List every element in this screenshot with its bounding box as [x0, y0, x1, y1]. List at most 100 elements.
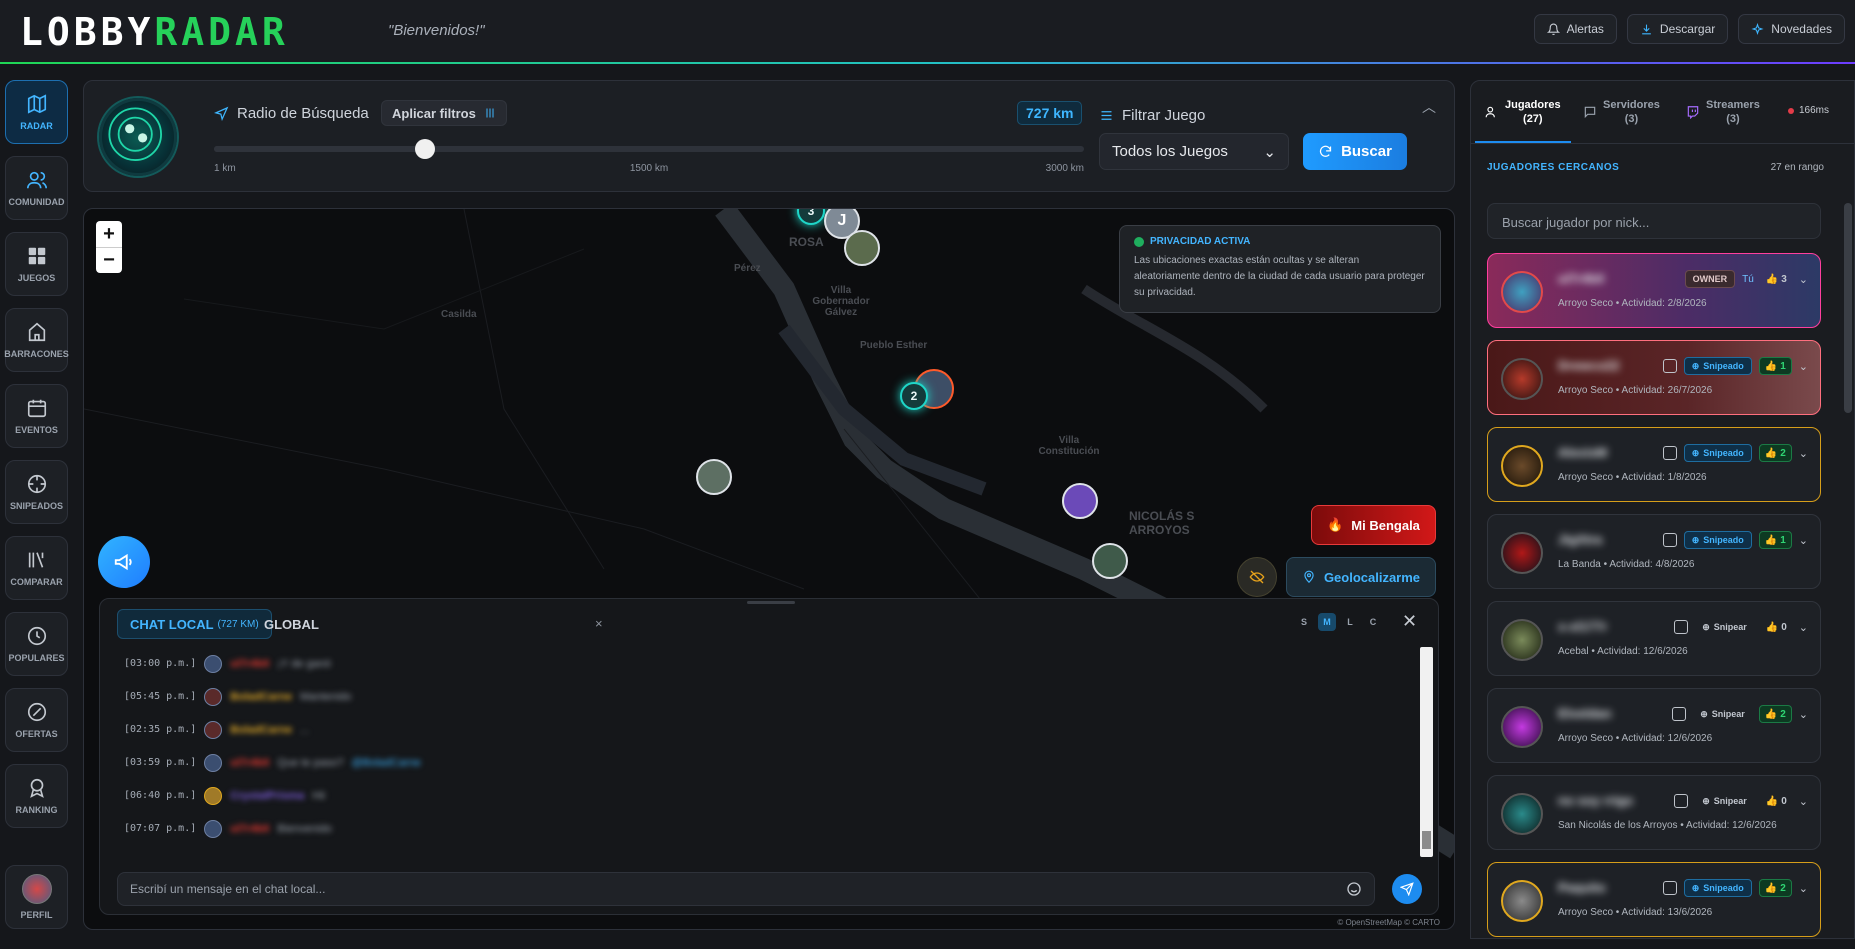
player-search-input[interactable]: Buscar jugador por nick... — [1487, 203, 1821, 239]
radius-slider[interactable] — [214, 139, 1084, 159]
sidebar-item-ranking[interactable]: RANKING — [5, 764, 68, 828]
sidebar-item-juegos[interactable]: JUEGOS — [5, 232, 68, 296]
snipe-button[interactable]: ⊕ Snipeado — [1683, 357, 1752, 375]
chevron-down-icon[interactable]: ⌄ — [1799, 795, 1808, 808]
chevron-down-icon[interactable]: ⌄ — [1799, 447, 1808, 460]
player-card[interactable]: JigXtra La Banda • Actividad: 4/8/2026 ⊕… — [1487, 514, 1821, 589]
compare-checkbox[interactable] — [1662, 881, 1677, 895]
size-c-button[interactable]: C — [1364, 613, 1382, 631]
sidebar-item-perfil[interactable]: PERFIL — [5, 865, 68, 929]
chat-input[interactable]: Escribí un mensaje en el chat local... — [117, 872, 1375, 906]
alerts-button[interactable]: Alertas — [1533, 14, 1617, 44]
tab-streamers[interactable]: Streamers (3) — [1686, 98, 1760, 126]
snipe-button[interactable]: ⊕ Snipeado — [1683, 879, 1752, 897]
player-card[interactable]: ul7r4b0 Arroyo Seco • Actividad: 2/8/202… — [1487, 253, 1821, 328]
like-button[interactable]: 👍 2 — [1758, 444, 1792, 462]
avatar[interactable] — [204, 720, 223, 739]
chevron-down-icon[interactable]: ⌄ — [1799, 708, 1808, 721]
search-button[interactable]: Buscar — [1303, 133, 1407, 170]
players-scrollbar[interactable] — [1844, 203, 1852, 413]
apply-filters-button[interactable]: Aplicar filtros — [381, 100, 507, 126]
snipe-button[interactable]: ⊕ Snipeado — [1683, 444, 1752, 462]
sidebar-item-comparar[interactable]: COMPARAR — [5, 536, 68, 600]
player-card[interactable]: Drewco22 Arroyo Seco • Actividad: 26/7/2… — [1487, 340, 1821, 415]
chevron-down-icon[interactable]: ⌄ — [1799, 273, 1808, 286]
map-marker[interactable] — [696, 459, 732, 495]
tab-jugadores[interactable]: Jugadores (27) — [1475, 98, 1571, 143]
compare-checkbox[interactable] — [1674, 620, 1689, 634]
avatar[interactable] — [204, 786, 223, 805]
close-chat-icon[interactable]: ✕ — [1402, 611, 1417, 632]
emoji-icon[interactable] — [1346, 881, 1362, 897]
close-tab-icon[interactable]: × — [595, 616, 603, 631]
download-button[interactable]: Descargar — [1626, 14, 1729, 44]
like-button[interactable]: 👍 2 — [1758, 705, 1792, 723]
player-card[interactable]: Elveldan Arroyo Seco • Actividad: 12/6/2… — [1487, 688, 1821, 763]
like-button[interactable]: 👍 1 — [1758, 357, 1792, 375]
compare-checkbox[interactable] — [1674, 794, 1689, 808]
like-button[interactable]: 👍 0 — [1761, 792, 1792, 810]
flare-button[interactable]: 🔥 Mi Bengala — [1311, 505, 1436, 545]
snipe-button[interactable]: ⊕ Snipear — [1695, 618, 1754, 636]
avatar[interactable] — [204, 687, 223, 706]
chevron-down-icon[interactable]: ⌄ — [1799, 882, 1808, 895]
compare-checkbox[interactable] — [1672, 707, 1687, 721]
zoom-in-button[interactable]: + — [96, 221, 122, 247]
snipe-button[interactable]: ⊕ Snipear — [1693, 705, 1752, 723]
map-marker[interactable] — [1062, 483, 1098, 519]
size-m-button[interactable]: M — [1318, 613, 1336, 631]
zoom-out-button[interactable]: − — [96, 247, 122, 273]
player-card[interactable]: AlexisM Arroyo Seco • Actividad: 1/8/202… — [1487, 427, 1821, 502]
chevron-down-icon[interactable]: ⌄ — [1799, 534, 1808, 547]
sidebar-item-barracones[interactable]: BARRACONES — [4, 308, 69, 372]
app-logo[interactable]: LOBBYRADAR — [20, 10, 289, 54]
message-nick[interactable]: BoladCarne — [230, 724, 292, 736]
tab-chat-local[interactable]: CHAT LOCAL (727 KM) — [117, 609, 272, 639]
like-button[interactable]: 👍 0 — [1761, 618, 1792, 636]
map-marker[interactable] — [844, 230, 880, 266]
player-card[interactable]: Paquito Arroyo Seco • Actividad: 13/6/20… — [1487, 862, 1821, 937]
snipe-button[interactable]: ⊕ Snipear — [1695, 792, 1754, 810]
player-card[interactable]: no soy rrigo San Nicolás de los Arroyos … — [1487, 775, 1821, 850]
like-button[interactable]: 👍 2 — [1758, 879, 1792, 897]
compare-checkbox[interactable] — [1662, 533, 1677, 547]
chevron-down-icon[interactable]: ⌄ — [1799, 360, 1808, 373]
message-nick[interactable]: ul7r4b0 — [230, 658, 269, 670]
snipe-button[interactable]: ⊕ Snipeado — [1683, 531, 1752, 549]
message-nick[interactable]: CrystalPrisma — [230, 790, 304, 802]
sidebar-item-populares[interactable]: POPULARES — [5, 612, 68, 676]
game-select[interactable]: Todos los Juegos ⌄ — [1099, 133, 1289, 170]
avatar[interactable] — [204, 819, 223, 838]
chevron-down-icon[interactable]: ⌄ — [1799, 621, 1808, 634]
message-nick[interactable]: BoladCarne — [230, 691, 292, 703]
like-button[interactable]: 👍 1 — [1758, 531, 1792, 549]
megaphone-button[interactable] — [98, 536, 150, 588]
tab-chat-global[interactable]: GLOBAL — [252, 609, 331, 639]
compare-checkbox[interactable] — [1662, 359, 1677, 373]
chat-scrollbar[interactable] — [1420, 647, 1433, 857]
size-s-button[interactable]: S — [1295, 613, 1313, 631]
message-mention[interactable]: @BoladCarne — [351, 757, 420, 769]
hide-location-button[interactable] — [1237, 557, 1277, 597]
send-button[interactable] — [1392, 874, 1422, 904]
sidebar-item-radar[interactable]: RADAR — [5, 80, 68, 144]
avatar[interactable] — [204, 654, 223, 673]
message-nick[interactable]: ul7r4b0 — [230, 757, 269, 769]
news-button[interactable]: Novedades — [1738, 14, 1845, 44]
slider-handle[interactable] — [414, 139, 435, 159]
resize-handle[interactable] — [747, 601, 795, 604]
size-l-button[interactable]: L — [1341, 613, 1359, 631]
geolocate-button[interactable]: Geolocalizarme — [1286, 557, 1436, 597]
compare-checkbox[interactable] — [1662, 446, 1677, 460]
map-cluster[interactable]: 2 — [900, 382, 928, 410]
sidebar-item-snipeados[interactable]: SNIPEADOS — [5, 460, 68, 524]
scrollbar-thumb[interactable] — [1422, 831, 1431, 849]
sidebar-item-comunidad[interactable]: COMUNIDAD — [5, 156, 68, 220]
chevron-up-icon[interactable]: ︿ — [1422, 97, 1436, 117]
player-card[interactable]: x-xl177r Acebal • Actividad: 12/6/2026 ⊕… — [1487, 601, 1821, 676]
tab-servidores[interactable]: Servidores (3) — [1583, 98, 1660, 126]
message-nick[interactable]: ul7r4b0 — [230, 823, 269, 835]
avatar[interactable] — [204, 753, 223, 772]
sidebar-item-ofertas[interactable]: OFERTAS — [5, 688, 68, 752]
map-marker[interactable] — [1092, 543, 1128, 579]
